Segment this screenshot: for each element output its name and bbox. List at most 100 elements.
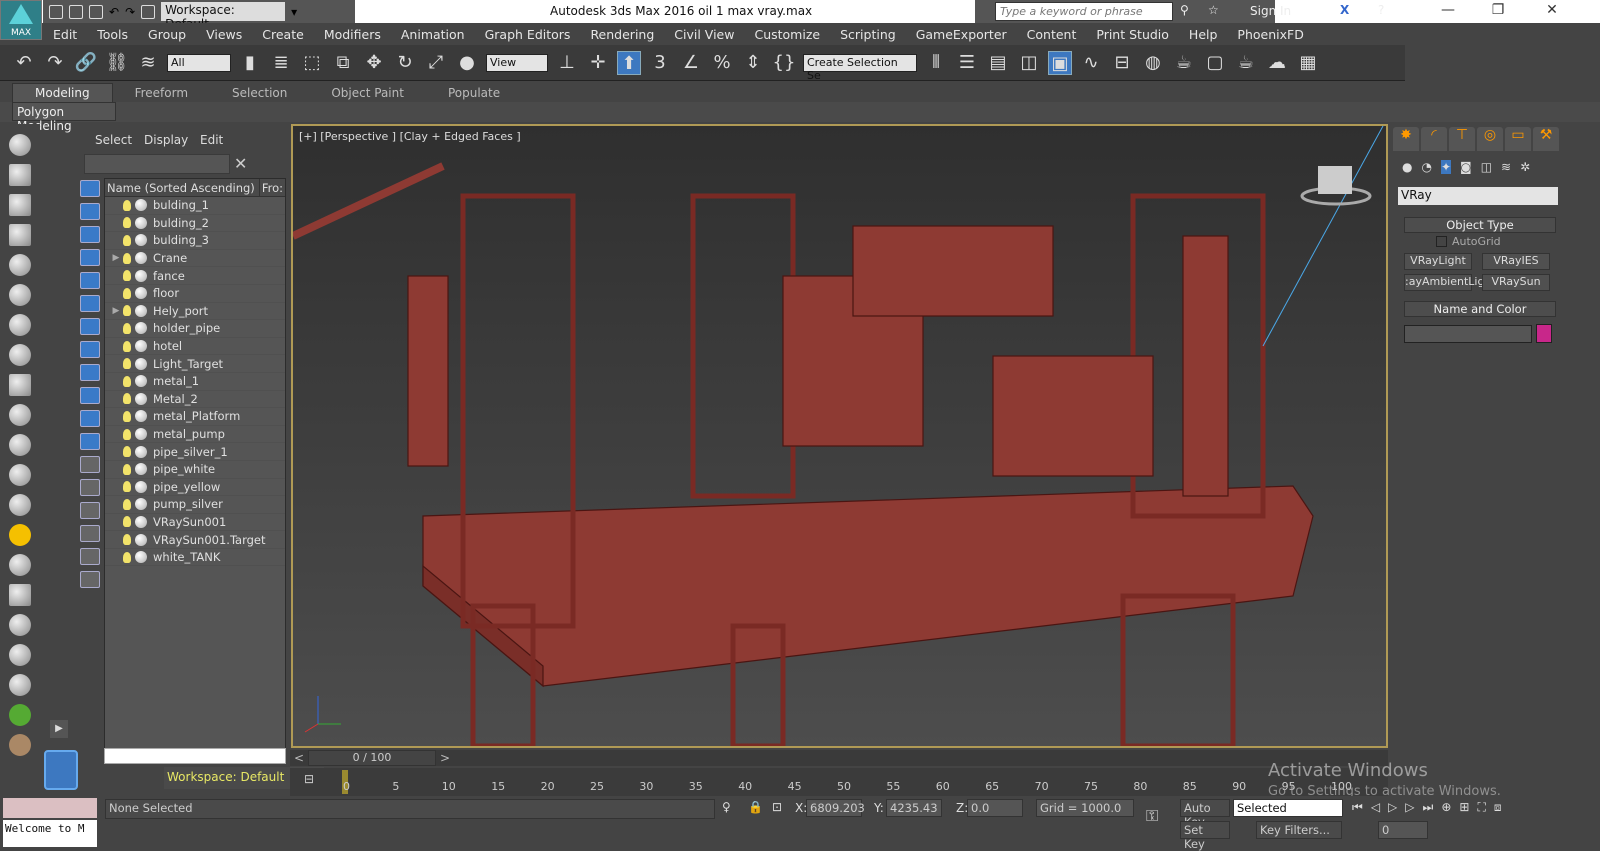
display-hidden-icon[interactable]: [80, 433, 100, 450]
list-item[interactable]: Light_Target: [105, 355, 285, 373]
place-icon[interactable]: ●: [455, 51, 479, 75]
render-setup-icon[interactable]: ☕: [1172, 51, 1196, 75]
menu-customize[interactable]: Customize: [744, 27, 830, 42]
visibility-bulb-icon[interactable]: [123, 534, 131, 546]
list-item[interactable]: bulding_3: [105, 232, 285, 250]
camera-icon[interactable]: [9, 284, 31, 306]
save-icon[interactable]: [89, 4, 103, 19]
box-icon[interactable]: [9, 164, 31, 186]
explorer-tab-display[interactable]: Display: [144, 133, 188, 147]
auto-key-button[interactable]: Auto Key: [1180, 799, 1230, 829]
redo-icon[interactable]: ↷: [43, 51, 67, 75]
display-tab-icon[interactable]: ▭: [1505, 127, 1531, 151]
move-icon[interactable]: ✥: [362, 51, 386, 75]
pivot-center-icon[interactable]: ⊥: [555, 51, 579, 75]
visibility-bulb-icon[interactable]: [123, 287, 131, 299]
key-filters-button[interactable]: Key Filters...: [1256, 821, 1342, 839]
display-helpers-icon[interactable]: [80, 272, 100, 289]
exchange-icon[interactable]: X: [1340, 3, 1349, 17]
spinner-snap-icon[interactable]: ⇕: [741, 51, 765, 75]
list-item[interactable]: metal_Platform: [105, 408, 285, 426]
torus-icon[interactable]: [9, 434, 31, 456]
list-item[interactable]: fance: [105, 267, 285, 285]
menu-rendering[interactable]: Rendering: [580, 27, 664, 42]
favorites-star-icon[interactable]: ☆: [1208, 3, 1219, 17]
plane-icon[interactable]: [9, 374, 31, 396]
visibility-bulb-icon[interactable]: [123, 375, 131, 387]
percent-snap-icon[interactable]: %: [710, 51, 734, 75]
filter-icon[interactable]: [80, 525, 100, 542]
menu-print-studio[interactable]: Print Studio: [1086, 27, 1179, 42]
time-slider[interactable]: < 0 / 100 >: [290, 750, 1388, 766]
menu-edit[interactable]: Edit: [43, 27, 87, 42]
display-bones-icon[interactable]: [80, 364, 100, 381]
list-item[interactable]: holder_pipe: [105, 320, 285, 338]
play-icon[interactable]: ▷: [1388, 800, 1397, 815]
list-item[interactable]: VRaySun001: [105, 514, 285, 532]
display-geometry-icon[interactable]: [80, 180, 100, 197]
cone-icon[interactable]: [9, 494, 31, 516]
menu-animation[interactable]: Animation: [391, 27, 475, 42]
visibility-bulb-icon[interactable]: [123, 252, 131, 264]
minimize-button[interactable]: —: [1428, 2, 1468, 18]
visibility-bulb-icon[interactable]: [123, 199, 131, 211]
go-to-end-icon[interactable]: ⏭: [1423, 800, 1434, 815]
list-item[interactable]: metal_pump: [105, 426, 285, 444]
systems-icon[interactable]: ✲: [1520, 160, 1530, 174]
time-slider-thumb[interactable]: 0 / 100: [308, 750, 436, 766]
sphere-icon[interactable]: [9, 554, 31, 576]
explorer-horizontal-scrollbar[interactable]: [104, 748, 286, 764]
reference-coord-dropdown[interactable]: View: [486, 53, 548, 72]
explorer-tab-edit[interactable]: Edit: [200, 133, 223, 147]
geosphere-icon[interactable]: [9, 464, 31, 486]
window-crossing-icon[interactable]: ⧉: [331, 51, 355, 75]
visibility-bulb-icon[interactable]: [123, 340, 131, 352]
display-spacewarps-icon[interactable]: [80, 295, 100, 312]
keyboard-shortcut-override-icon[interactable]: ⬆: [617, 50, 641, 75]
lights-icon[interactable]: ✦: [1440, 160, 1452, 174]
modify-tab-icon[interactable]: ◜: [1421, 127, 1447, 151]
visibility-bulb-icon[interactable]: [123, 516, 131, 528]
customize-qat-icon[interactable]: ▾: [291, 5, 297, 19]
key-mode-dropdown[interactable]: Selected: [1233, 799, 1343, 817]
display-groups-icon[interactable]: [80, 318, 100, 335]
ribbon-tab-selection[interactable]: Selection: [210, 84, 309, 102]
spacewarps-icon[interactable]: ≋: [1501, 160, 1511, 174]
edit-named-selection-icon[interactable]: {}: [772, 51, 796, 75]
manipulate-icon[interactable]: ✛: [586, 51, 610, 75]
list-item[interactable]: VRaySun001.Target: [105, 531, 285, 549]
panel-icon[interactable]: [9, 194, 31, 216]
select-by-name-icon[interactable]: ≣: [269, 51, 293, 75]
explorer-search-input[interactable]: [84, 154, 230, 174]
menu-help[interactable]: Help: [1179, 27, 1228, 42]
list-item[interactable]: metal_1: [105, 373, 285, 391]
ribbon-tab-freeform[interactable]: Freeform: [113, 84, 210, 102]
undo-icon[interactable]: ↶: [12, 51, 36, 75]
visibility-bulb-icon[interactable]: [123, 446, 131, 458]
clear-search-icon[interactable]: ✕: [234, 154, 247, 173]
zoom-all-icon[interactable]: ⊞: [1459, 800, 1469, 815]
visibility-bulb-icon[interactable]: [123, 410, 131, 422]
snap-toggle-icon[interactable]: 3: [648, 51, 672, 75]
list-item[interactable]: hotel: [105, 338, 285, 356]
undo-icon[interactable]: ↶: [109, 5, 119, 19]
zoom-icon[interactable]: ⊕: [1441, 800, 1451, 815]
display-frozen-icon[interactable]: [80, 410, 100, 427]
expand-arrow-icon[interactable]: ▶: [109, 306, 123, 316]
isolate-icon[interactable]: ♀: [722, 800, 731, 814]
display-lights-icon[interactable]: [80, 226, 100, 243]
align-icon[interactable]: ☰: [955, 51, 979, 75]
unlink-icon[interactable]: ⛓: [105, 51, 129, 75]
cameras-icon[interactable]: ◙: [1460, 160, 1472, 174]
zoom-extents-all-icon[interactable]: ⧈: [1494, 800, 1502, 815]
find-icon[interactable]: [80, 548, 100, 565]
open-file-icon[interactable]: [69, 4, 83, 19]
viewport-layout-button[interactable]: [44, 750, 78, 790]
selection-lock-icon[interactable]: 🔒: [748, 800, 763, 814]
name-color-rollout[interactable]: Name and Color: [1404, 301, 1556, 317]
particles-icon[interactable]: [9, 584, 31, 606]
maxscript-mini-listener[interactable]: [3, 798, 97, 818]
render-production-icon[interactable]: ☕: [1234, 51, 1258, 75]
shapes-icon[interactable]: ◔: [1421, 160, 1431, 174]
set-key-icon[interactable]: ⚿: [1146, 806, 1158, 826]
